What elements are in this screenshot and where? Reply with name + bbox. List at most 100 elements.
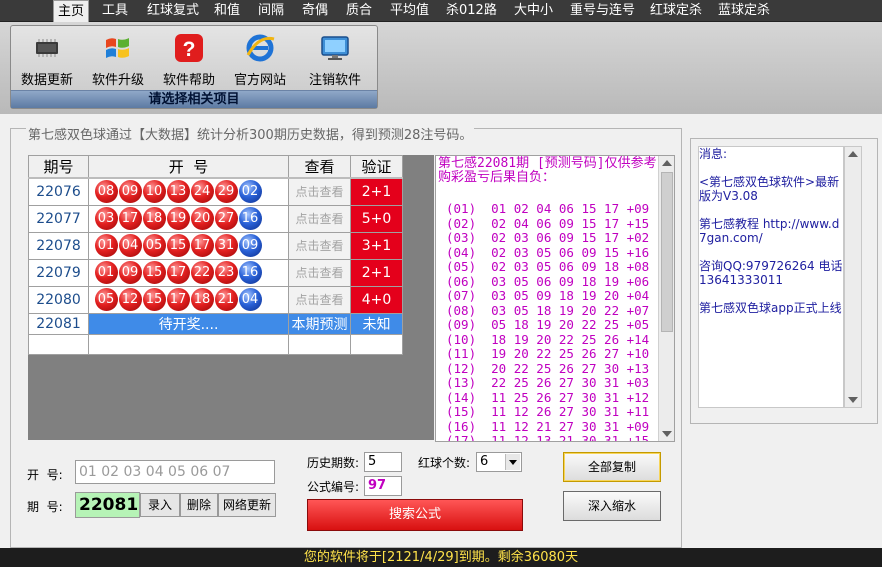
red-count-select[interactable]: 6 xyxy=(476,452,522,472)
update-data-button[interactable]: 数据更新 xyxy=(15,31,79,89)
table-row[interactable]: 22080 05 12 15 17 18 21 04 点击查看 4+0 xyxy=(28,285,403,314)
prediction-row: (17) 11 12 13 21 30 31 +15 xyxy=(446,433,650,442)
info-scrollbar[interactable] xyxy=(844,146,862,408)
menu-kill-012[interactable]: 杀012路 xyxy=(446,0,497,22)
info-paragraph: 消息: xyxy=(699,147,728,161)
menu-red-multiple[interactable]: 红球复式 xyxy=(147,0,199,22)
col-header-draw: 开 号 xyxy=(88,155,289,179)
view-link[interactable]: 点击查看 xyxy=(288,231,351,260)
current-predict-link[interactable]: 本期预测 xyxy=(288,312,351,335)
red-ball-icon: 01 xyxy=(94,234,118,257)
scroll-thumb[interactable] xyxy=(661,172,673,332)
period-input[interactable]: 22081 xyxy=(75,492,140,518)
info-paragraph: <第七感双色球软件>最新版为V3.08 xyxy=(699,175,840,203)
scroll-up-arrow-icon[interactable] xyxy=(662,160,672,166)
prediction-row: (13) 22 25 26 27 30 31 +03 xyxy=(446,375,650,390)
red-ball-icon: 05 xyxy=(94,288,118,311)
red-ball-icon: 27 xyxy=(214,207,238,230)
table-row[interactable]: 22076 08 09 10 13 24 29 02 点击查看 2+1 xyxy=(28,177,403,206)
red-ball-icon: 18 xyxy=(190,288,214,311)
menu-tools[interactable]: 工具 xyxy=(102,0,128,22)
menu-blue-kill[interactable]: 蓝球定杀 xyxy=(718,0,770,22)
prediction-list: (01) 01 02 04 06 15 17 +09 (02) 02 04 06 … xyxy=(436,201,674,442)
draw-balls-cell: 01 04 05 15 17 31 09 xyxy=(88,231,289,260)
table-row[interactable]: 22078 01 04 05 15 17 31 09 点击查看 3+1 xyxy=(28,231,403,260)
dropdown-button[interactable] xyxy=(505,454,520,470)
table-row[interactable]: 22077 03 17 18 19 20 27 16 点击查看 5+0 xyxy=(28,204,403,233)
upgrade-software-button[interactable]: 软件升级 xyxy=(86,31,150,89)
info-paragraph: 第七感教程 http://www.d7gan.com/ xyxy=(699,217,840,245)
search-formula-button[interactable]: 搜索公式 xyxy=(307,499,523,531)
draw-balls-cell: 08 09 10 13 24 29 02 xyxy=(88,177,289,206)
blue-ball-icon: 09 xyxy=(238,234,262,257)
menu-repeat-consecutive[interactable]: 重号与连号 xyxy=(570,0,635,22)
red-ball-icon: 05 xyxy=(142,234,166,257)
delete-button[interactable]: 删除 xyxy=(180,493,218,517)
info-paragraph: 第七感双色球app正式上线 xyxy=(699,301,842,315)
red-ball-icon: 20 xyxy=(190,207,214,230)
menu-interval[interactable]: 间隔 xyxy=(258,0,284,22)
prediction-box[interactable]: 第七感22081期 [预测号码]仅供参考，购彩盈亏后果自负： (01) 01 0… xyxy=(435,155,675,442)
menu-red-kill[interactable]: 红球定杀 xyxy=(650,0,702,22)
red-ball-icon: 23 xyxy=(214,261,238,284)
record-button[interactable]: 录入 xyxy=(140,493,180,517)
col-header-verify: 验证 xyxy=(350,155,403,179)
red-ball-icon: 21 xyxy=(214,288,238,311)
logout-software-label: 注销软件 xyxy=(308,73,361,88)
view-link[interactable]: 点击查看 xyxy=(288,177,351,206)
red-ball-icon: 13 xyxy=(166,180,190,204)
red-ball-icon: 19 xyxy=(166,207,190,230)
table-row[interactable]: 22079 01 09 15 17 22 23 16 点击查看 2+1 xyxy=(28,258,403,287)
menu-average[interactable]: 平均值 xyxy=(390,0,429,22)
menu-size[interactable]: 大中小 xyxy=(514,0,553,22)
red-ball-icon: 10 xyxy=(142,180,166,204)
svg-text:?: ? xyxy=(183,38,196,61)
help-button[interactable]: ? 软件帮助 xyxy=(157,31,221,89)
red-ball-icon: 17 xyxy=(118,207,142,230)
blue-ball-icon: 04 xyxy=(238,288,262,311)
scroll-up-arrow-icon[interactable] xyxy=(848,151,858,157)
deep-shrink-button[interactable]: 深入缩水 xyxy=(563,491,661,521)
current-result: 未知 xyxy=(350,312,403,335)
prediction-header: 第七感22081期 [预测号码]仅供参考，购彩盈亏后果自负： xyxy=(438,156,670,185)
period-cell: 22076 xyxy=(28,177,89,206)
scroll-down-arrow-icon[interactable] xyxy=(662,431,672,437)
frame-title: 第七感双色球通过【大数据】统计分析300期历史数据，得到预测28注号码。 xyxy=(26,128,475,143)
menu-prime-composite[interactable]: 质合 xyxy=(346,0,372,22)
scroll-down-arrow-icon[interactable] xyxy=(848,397,858,403)
verify-result-cell: 2+1 xyxy=(350,258,403,287)
kai-label: 开 号: xyxy=(27,468,63,482)
formula-number-input[interactable]: 97 xyxy=(364,476,402,496)
official-site-button[interactable]: 官方网站 xyxy=(228,31,292,89)
current-row[interactable]: 22081 待开奖.... 本期预测 未知 xyxy=(28,312,403,335)
logout-software-button[interactable]: 注销软件 xyxy=(303,31,367,89)
red-ball-icon: 17 xyxy=(190,234,214,257)
draw-number-input[interactable]: 01 02 03 04 05 06 07 xyxy=(75,460,275,484)
view-link[interactable]: 点击查看 xyxy=(288,258,351,287)
qi-label: 期 号: xyxy=(27,500,63,514)
history-count-input[interactable]: 5 xyxy=(364,452,402,472)
menu-sum[interactable]: 和值 xyxy=(214,0,240,22)
red-count-value: 6 xyxy=(480,454,489,469)
prediction-row: (07) 03 05 09 18 19 20 +04 xyxy=(446,288,650,303)
view-link[interactable]: 点击查看 xyxy=(288,285,351,314)
copy-all-button[interactable]: 全部复制 xyxy=(563,452,661,482)
prediction-scrollbar[interactable] xyxy=(658,156,674,441)
empty-row xyxy=(28,333,403,355)
menu-home[interactable]: 主页 xyxy=(53,0,90,22)
red-ball-icon: 17 xyxy=(166,288,190,311)
help-icon: ? xyxy=(175,34,203,62)
prediction-row: (06) 03 05 06 09 18 19 +06 xyxy=(446,273,650,289)
update-data-label: 数据更新 xyxy=(20,73,73,88)
verify-result-cell: 2+1 xyxy=(350,177,403,206)
red-ball-icon: 17 xyxy=(166,261,190,284)
menu-odd-even[interactable]: 奇偶 xyxy=(302,0,328,22)
view-link[interactable]: 点击查看 xyxy=(288,204,351,233)
draw-balls-cell: 03 17 18 19 20 27 16 xyxy=(88,204,289,233)
formula-number-label: 公式编号: xyxy=(307,480,360,494)
network-update-button[interactable]: 网络更新 xyxy=(218,493,276,517)
verify-result-cell: 5+0 xyxy=(350,204,403,233)
period-cell: 22078 xyxy=(28,231,89,260)
monitor-icon xyxy=(321,36,349,60)
period-cell: 22077 xyxy=(28,204,89,233)
